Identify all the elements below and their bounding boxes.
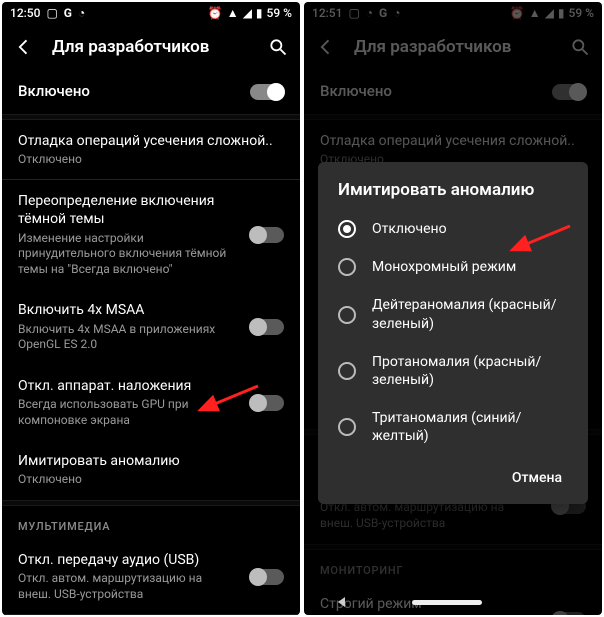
radio-icon [338,306,356,324]
row-dark-theme-override[interactable]: Переопределение включения тёмной темы Из… [2,180,300,289]
radio-option-tritanomaly[interactable]: Тританомалия (синий/желтый) [318,399,588,455]
radio-option-protanomaly[interactable]: Протаномалия (красный/зеленый) [318,343,588,399]
master-toggle[interactable] [250,84,284,100]
row-msaa[interactable]: Включить 4x MSAA Включить 4x MSAA в прил… [2,289,300,364]
google-icon: G [64,6,72,20]
signal-icon: ◢ [545,6,554,20]
search-icon[interactable] [268,37,288,57]
row-usb-audio[interactable]: Откл. передачу аудио (USB) Откл. автом. … [2,539,300,614]
radio-icon [338,418,356,436]
radio-option-monochrome[interactable]: Монохромный режим [318,248,588,286]
radio-option-deuteranomaly[interactable]: Дейтераномалия (красный/зеленый) [318,286,588,342]
status-bar: 12:51 ▢ ◔ G ◔ ⏰ ▲ ◢ ▮ 59 % [304,2,602,24]
radio-icon [338,258,356,276]
google-icon: G [379,6,387,20]
toggle-msaa[interactable] [250,319,284,335]
cloud-icon: ◔ [366,6,373,20]
weather-icon: ◔ [393,6,400,20]
alarm-icon: ⏰ [208,6,223,20]
image-icon: ▢ [46,6,57,20]
phone-right: 12:51 ▢ ◔ G ◔ ⏰ ▲ ◢ ▮ 59 % Для разработч… [304,2,602,615]
section-multimedia: МУЛЬТИМЕДИА [2,506,300,539]
back-icon[interactable] [14,37,34,57]
row-hw-overlays[interactable]: Откл. аппарат. наложения Всегда использо… [2,365,300,440]
nav-bar [304,591,602,613]
row-clip-debug[interactable]: Отладка операций усечения сложной.. Откл… [2,120,300,180]
app-bar: Для разработчиков [304,24,602,70]
nav-home-pill[interactable] [412,600,482,605]
settings-list[interactable]: Включено Отладка операций усечения сложн… [2,70,300,615]
battery-icon: ▮ [256,6,263,20]
status-time: 12:51 [312,6,342,20]
image-icon: ▢ [348,6,359,20]
app-bar: Для разработчиков [2,24,300,70]
dialog-title: Имитировать аномалию [318,180,588,210]
row-simulate-anomaly[interactable]: Имитировать аномалию Отключено [2,440,300,500]
page-title: Для разработчиков [354,37,552,57]
dialog-simulate-anomaly: Имитировать аномалию Отключено Монохромн… [318,162,588,504]
back-icon[interactable] [316,37,336,57]
wifi-icon: ▲ [227,6,239,20]
status-bar: 12:50 ▢ G ◔ ⏰ ▲ ◢ ▮ 59 % [2,2,300,24]
wifi-icon: ▲ [529,6,541,20]
toggle-dark-theme[interactable] [250,227,284,243]
status-battery: 59 % [569,6,594,20]
master-toggle-label: Включено [18,82,238,102]
page-title: Для разработчиков [52,37,250,57]
status-time: 12:50 [10,6,40,20]
radio-icon [338,362,356,380]
phone-left: 12:50 ▢ G ◔ ⏰ ▲ ◢ ▮ 59 % Для разработчик… [2,2,300,615]
status-battery: 59 % [267,6,292,20]
weather-icon: ◔ [78,6,85,20]
cancel-button[interactable]: Отмена [502,462,572,494]
master-toggle-row[interactable]: Включено [2,70,300,114]
nav-back-icon[interactable] [338,597,345,607]
radio-option-disabled[interactable]: Отключено [318,210,588,248]
signal-icon: ◢ [243,6,252,20]
search-icon[interactable] [570,37,590,57]
toggle-hw-overlays[interactable] [250,395,284,411]
battery-icon: ▮ [558,6,565,20]
alarm-icon: ⏰ [510,6,525,20]
radio-icon [338,220,356,238]
toggle-usb-audio[interactable] [250,569,284,585]
